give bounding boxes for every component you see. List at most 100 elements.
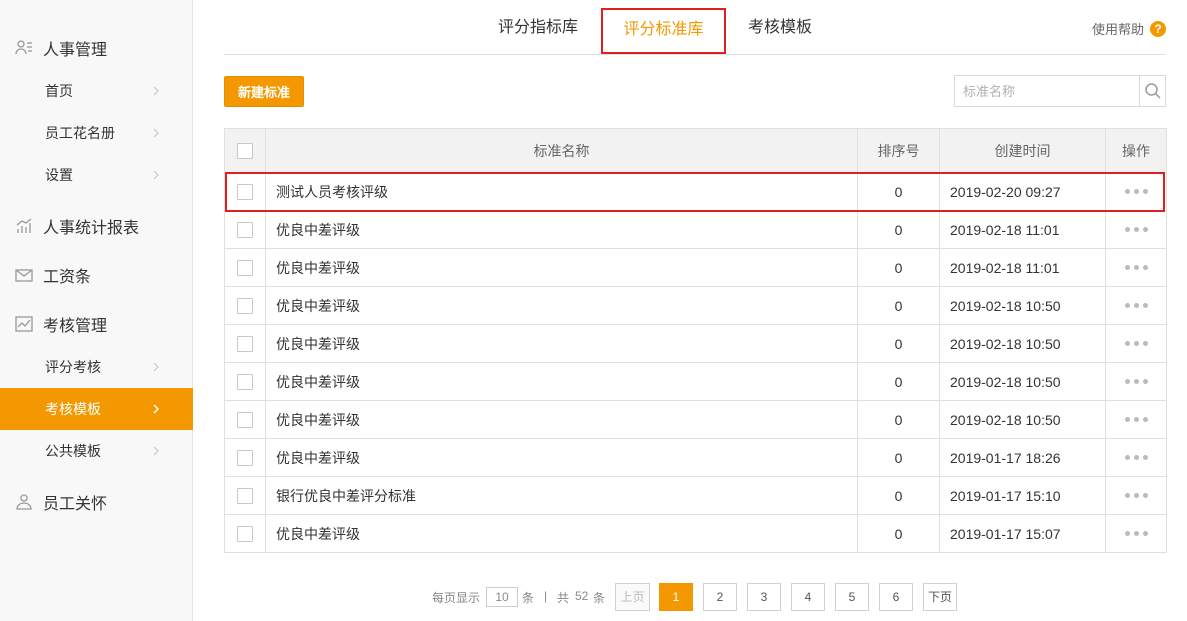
select-all-checkbox[interactable] — [237, 142, 253, 159]
header-created[interactable]: 创建时间 — [939, 128, 1106, 173]
pagination: 每页显示 10 条 | 共 52 条 上页 1 2 3 4 5 6 下页 — [0, 583, 1187, 611]
cell-name[interactable]: 银行优良中差评分标准 — [265, 476, 858, 515]
sidebar-item-label: 设置 — [45, 167, 73, 183]
more-actions-button[interactable] — [1105, 286, 1167, 325]
row-checkbox[interactable] — [237, 487, 253, 504]
cell-name[interactable]: 优良中差评级 — [265, 400, 858, 439]
more-icon — [1106, 493, 1166, 498]
cell-created: 2019-02-20 09:27 — [939, 172, 1106, 211]
person-card-icon — [14, 38, 34, 58]
row-checkbox[interactable] — [237, 373, 253, 390]
page-button[interactable]: 6 — [879, 583, 913, 611]
cell-name[interactable]: 优良中差评级 — [265, 210, 858, 249]
row-checkbox[interactable] — [237, 449, 253, 466]
sidebar-item-roster[interactable]: 员工花名册 — [0, 112, 193, 154]
page-button[interactable]: 2 — [703, 583, 737, 611]
table-row[interactable]: 优良中差评级 0 2019-02-18 11:01 — [224, 248, 1167, 287]
total-count: 52 — [575, 589, 589, 603]
sidebar-item-templates[interactable]: 考核模板 — [0, 388, 193, 430]
table-row[interactable]: 优良中差评级 0 2019-02-18 10:50 — [224, 286, 1167, 325]
row-checkbox[interactable] — [237, 297, 253, 314]
select-all-cell — [224, 128, 266, 173]
cell-name[interactable]: 优良中差评级 — [265, 514, 858, 553]
row-checkbox[interactable] — [237, 411, 253, 428]
search-input[interactable] — [955, 76, 1139, 106]
sidebar-item-public-templates[interactable]: 公共模板 — [0, 430, 193, 472]
cell-created: 2019-01-17 15:07 — [939, 514, 1106, 553]
nav-group-assessment[interactable]: 考核管理 — [0, 300, 193, 348]
table-row[interactable]: 优良中差评级 0 2019-02-18 11:01 — [224, 210, 1167, 249]
next-page-button[interactable]: 下页 — [923, 583, 957, 611]
more-actions-button[interactable] — [1105, 172, 1167, 211]
cell-order: 0 — [857, 324, 940, 363]
cell-order: 0 — [857, 362, 940, 401]
cell-order: 0 — [857, 476, 940, 515]
more-actions-button[interactable] — [1105, 476, 1167, 515]
table-row[interactable]: 优良中差评级 0 2019-01-17 15:07 — [224, 514, 1167, 553]
new-standard-button[interactable]: 新建标准 — [224, 76, 304, 107]
nav-group-label: 人事统计报表 — [43, 220, 140, 237]
row-checkbox[interactable] — [237, 183, 253, 200]
cell-name[interactable]: 优良中差评级 — [265, 286, 858, 325]
tab-templates[interactable]: 考核模板 — [736, 8, 824, 54]
more-actions-button[interactable] — [1105, 248, 1167, 287]
more-actions-button[interactable] — [1105, 514, 1167, 553]
chevron-right-icon — [153, 362, 159, 372]
tab-score-standards[interactable]: 评分标准库 — [601, 8, 726, 54]
nav-group-payslip[interactable]: 工资条 — [0, 251, 193, 299]
header-order[interactable]: 排序号 — [857, 128, 940, 173]
help-label: 使用帮助 — [1091, 22, 1144, 37]
more-icon — [1106, 417, 1166, 422]
per-page-select[interactable]: 10 — [486, 587, 518, 607]
search-box — [954, 75, 1166, 107]
more-actions-button[interactable] — [1105, 324, 1167, 363]
cell-name[interactable]: 优良中差评级 — [265, 324, 858, 363]
cell-name[interactable]: 优良中差评级 — [265, 438, 858, 477]
sidebar-item-settings[interactable]: 设置 — [0, 154, 193, 196]
pager-separator: | — [544, 589, 548, 603]
row-checkbox[interactable] — [237, 525, 253, 542]
per-page-unit: 条 — [522, 591, 535, 605]
people-icon — [14, 492, 34, 512]
more-actions-button[interactable] — [1105, 438, 1167, 477]
envelope-icon — [14, 265, 34, 285]
more-actions-button[interactable] — [1105, 400, 1167, 439]
nav-group-hr[interactable]: 人事管理 — [0, 24, 193, 72]
table-row[interactable]: 优良中差评级 0 2019-01-17 18:26 — [224, 438, 1167, 477]
cell-created: 2019-02-18 10:50 — [939, 400, 1106, 439]
page-button[interactable]: 4 — [791, 583, 825, 611]
table-row[interactable]: 优良中差评级 0 2019-02-18 10:50 — [224, 324, 1167, 363]
sidebar-item-home[interactable]: 首页 — [0, 70, 193, 112]
chevron-right-icon — [153, 446, 159, 456]
row-checkbox[interactable] — [237, 259, 253, 276]
page-button[interactable]: 1 — [659, 583, 693, 611]
more-actions-button[interactable] — [1105, 362, 1167, 401]
table-row[interactable]: 优良中差评级 0 2019-02-18 10:50 — [224, 362, 1167, 401]
row-checkbox[interactable] — [237, 335, 253, 352]
table-row[interactable]: 优良中差评级 0 2019-02-18 10:50 — [224, 400, 1167, 439]
cell-name[interactable]: 测试人员考核评级 — [265, 172, 858, 211]
row-checkbox[interactable] — [237, 221, 253, 238]
sidebar-item-scoring[interactable]: 评分考核 — [0, 346, 193, 388]
table-row[interactable]: 银行优良中差评分标准 0 2019-01-17 15:10 — [224, 476, 1167, 515]
more-icon — [1106, 455, 1166, 460]
nav-group-stats[interactable]: 人事统计报表 — [0, 202, 193, 250]
cell-order: 0 — [857, 400, 940, 439]
header-name[interactable]: 标准名称 — [265, 128, 858, 173]
table-row[interactable]: 测试人员考核评级 0 2019-02-20 09:27 — [224, 172, 1167, 211]
cell-order: 0 — [857, 172, 940, 211]
nav-group-care[interactable]: 员工关怀 — [0, 478, 193, 526]
more-icon — [1106, 227, 1166, 232]
cell-name[interactable]: 优良中差评级 — [265, 248, 858, 287]
page-button[interactable]: 3 — [747, 583, 781, 611]
tab-score-indicators[interactable]: 评分指标库 — [488, 8, 588, 54]
search-button[interactable] — [1139, 76, 1165, 106]
sidebar-item-label: 公共模板 — [45, 443, 101, 459]
more-actions-button[interactable] — [1105, 210, 1167, 249]
more-icon — [1106, 379, 1166, 384]
page-button[interactable]: 5 — [835, 583, 869, 611]
cell-name[interactable]: 优良中差评级 — [265, 362, 858, 401]
prev-page-button[interactable]: 上页 — [615, 583, 650, 611]
help-link[interactable]: 使用帮助 ? — [1092, 19, 1166, 38]
sidebar-item-label: 评分考核 — [45, 359, 101, 375]
